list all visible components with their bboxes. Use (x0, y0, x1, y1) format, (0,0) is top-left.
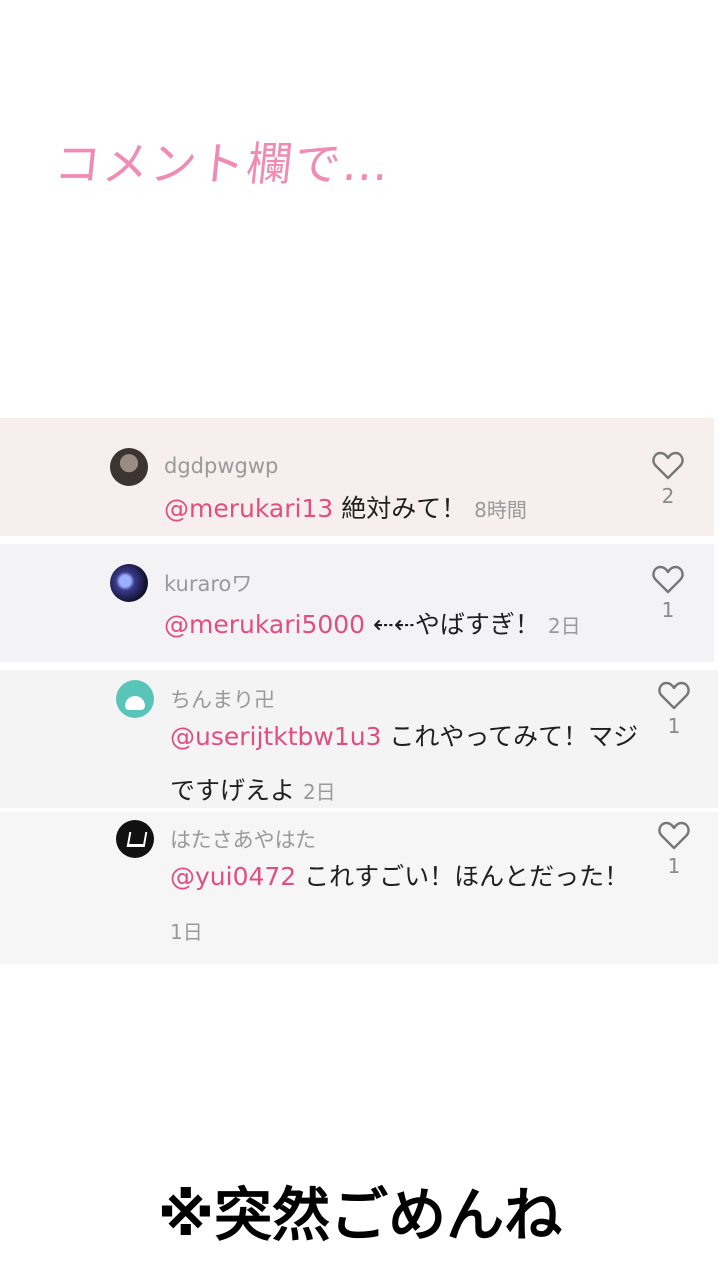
avatar[interactable] (116, 680, 154, 718)
comment-time: 8時間 (474, 498, 527, 522)
like-button[interactable]: 1 (654, 680, 694, 738)
comment-time: 2日 (547, 614, 581, 638)
comment-item: kuraroワ @merukari5000 ⇠⇠やばすぎ！ 2日 1 (0, 544, 714, 662)
comment-time: 1日 (170, 920, 203, 944)
heart-outline-icon (658, 681, 690, 710)
comment-username[interactable]: kuraroワ (164, 568, 252, 598)
comment-time: 2日 (302, 780, 336, 804)
like-button[interactable]: 1 (654, 820, 694, 878)
comment-body: 絶対みて！ (333, 494, 475, 523)
comment-body: これすごい！ほんとだった！ (296, 862, 630, 891)
avatar[interactable] (110, 564, 148, 602)
heart-outline-icon (658, 821, 690, 850)
mention-link[interactable]: @merukari5000 (164, 610, 365, 639)
comment-item: dgdpwgwp @merukari13 絶対みて！ 8時間 2 (0, 418, 714, 536)
comment-text: @yui0472 これすごい！ほんとだった！ 1日 (170, 850, 640, 959)
like-button[interactable]: 2 (648, 450, 688, 508)
mention-link[interactable]: @merukari13 (164, 494, 333, 523)
comment-item: はたさあやはた @yui0472 これすごい！ほんとだった！ 1日 1 (0, 812, 718, 964)
like-count: 1 (667, 854, 681, 878)
comment-text: @userijtktbw1u3 これやってみて！マジですげえよ 2日 (170, 710, 640, 819)
comment-body: ⇠⇠やばすぎ！ (365, 610, 548, 639)
like-count: 1 (661, 598, 675, 622)
comment-text: @merukari5000 ⇠⇠やばすぎ！ 2日 (164, 598, 581, 653)
mention-link[interactable]: @userijtktbw1u3 (170, 722, 381, 751)
comment-item: ちんまり卍 @userijtktbw1u3 これやってみて！マジですげえよ 2日… (0, 670, 718, 808)
mention-link[interactable]: @yui0472 (170, 862, 296, 891)
heart-outline-icon (652, 565, 684, 594)
comment-list: dgdpwgwp @merukari13 絶対みて！ 8時間 2 kuraroワ… (0, 418, 720, 972)
like-count: 1 (667, 714, 681, 738)
overlay-caption: ※突然ごめんね (157, 1181, 563, 1249)
avatar[interactable] (110, 448, 148, 486)
heart-outline-icon (652, 451, 684, 480)
like-count: 2 (661, 484, 675, 508)
comment-text: @merukari13 絶対みて！ 8時間 (164, 482, 527, 537)
avatar[interactable] (116, 820, 154, 858)
like-button[interactable]: 1 (648, 564, 688, 622)
comment-username[interactable]: dgdpwgwp (164, 454, 278, 478)
overlay-title: コメント欄で… (51, 137, 394, 191)
